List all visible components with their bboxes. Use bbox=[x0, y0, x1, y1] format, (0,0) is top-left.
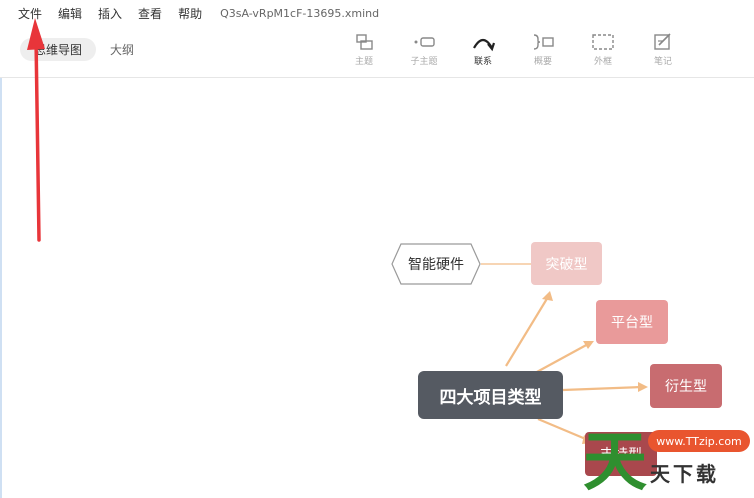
arrowhead-branch-3 bbox=[638, 382, 648, 392]
relation-tool-button[interactable]: 联系 bbox=[459, 28, 507, 74]
watermark-url: www.TTzip.com bbox=[648, 430, 750, 452]
summary-tool-label: 概要 bbox=[533, 57, 552, 67]
note-pencil-icon bbox=[654, 33, 671, 50]
menu-edit[interactable]: 编辑 bbox=[58, 5, 82, 22]
floating-topic-smart-hardware[interactable]: 智能硬件 bbox=[391, 243, 481, 285]
menu-view[interactable]: 查看 bbox=[138, 5, 162, 22]
boundary-tool-button[interactable]: 外框 bbox=[579, 28, 627, 74]
annotation-red-arrow bbox=[27, 18, 45, 242]
canvas-left-border bbox=[0, 78, 2, 498]
note-tool-button[interactable]: 笔记 bbox=[639, 28, 687, 74]
boundary-tool-label: 外框 bbox=[593, 57, 612, 67]
topic-tool-button[interactable]: 主题 bbox=[340, 28, 388, 74]
summary-tool-button[interactable]: 概要 bbox=[519, 28, 567, 74]
site-watermark: 天 www.TTzip.com 天下载 bbox=[580, 420, 754, 498]
menu-help[interactable]: 帮助 bbox=[178, 5, 202, 22]
toolbar-divider bbox=[0, 77, 754, 78]
branch-topic-breakthrough[interactable]: 突破型 bbox=[531, 242, 602, 285]
arrowhead-branch-1 bbox=[542, 291, 553, 301]
topic-tool-label: 主题 bbox=[354, 57, 373, 67]
topic-icon bbox=[356, 34, 373, 50]
tab-outline[interactable]: 大纲 bbox=[96, 38, 148, 61]
connector-to-branch-1 bbox=[505, 296, 549, 367]
connector-to-branch-2 bbox=[534, 342, 591, 374]
watermark-logo: 天 bbox=[583, 426, 647, 498]
xmind-window: 文件 编辑 插入 查看 帮助 Q3sA-vRpM1cF-13695.xmind … bbox=[0, 0, 754, 498]
boundary-icon bbox=[592, 34, 614, 50]
menu-insert[interactable]: 插入 bbox=[98, 5, 122, 22]
note-tool-label: 笔记 bbox=[653, 57, 672, 67]
branch-topic-derivative[interactable]: 衍生型 bbox=[650, 364, 722, 408]
central-topic[interactable]: 四大项目类型 bbox=[418, 371, 563, 419]
arrowhead-branch-2 bbox=[583, 341, 594, 349]
document-filename: Q3sA-vRpM1cF-13695.xmind bbox=[220, 6, 380, 20]
connector-to-branch-3 bbox=[562, 385, 643, 392]
watermark-text: 天下载 bbox=[650, 462, 719, 486]
subtopic-tool-button[interactable]: 子主题 bbox=[400, 28, 448, 74]
subtopic-icon bbox=[414, 37, 435, 47]
relation-arrow-icon bbox=[473, 38, 496, 52]
summary-brace-icon bbox=[533, 34, 554, 50]
branch-topic-platform[interactable]: 平台型 bbox=[596, 300, 668, 344]
relation-tool-label: 联系 bbox=[473, 57, 492, 67]
toolbar: 思维导图 大纲 主题 子主题 联系 概要 外框 笔记 bbox=[0, 26, 754, 78]
subtopic-tool-label: 子主题 bbox=[410, 57, 438, 67]
menu-bar: 文件 编辑 插入 查看 帮助 Q3sA-vRpM1cF-13695.xmind bbox=[0, 0, 754, 26]
